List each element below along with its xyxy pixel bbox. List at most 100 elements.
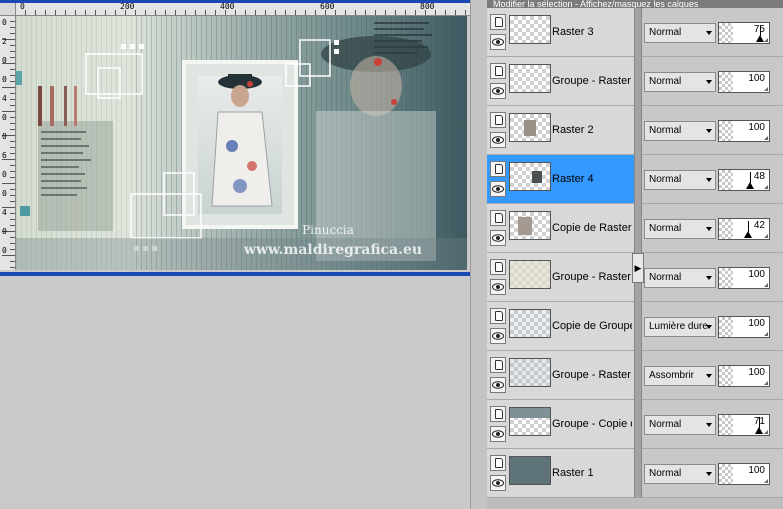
layer-info[interactable]: Groupe - Raster 3 [487,57,634,106]
ruler-tick [175,10,176,15]
layer-properties-icon[interactable] [490,357,506,373]
layer-name[interactable]: Raster 2 [552,106,632,154]
layer-info[interactable]: Groupe - Raster 2 [487,351,634,400]
blend-mode-dropdown[interactable]: Normal [644,415,716,435]
layer-info[interactable]: Copie de Groupe - R [487,302,634,351]
layer-properties-icon[interactable] [490,112,506,128]
layer-info[interactable]: Groupe - Raster 2 [487,253,634,302]
vertical-ruler[interactable]: 0 2 0 0 4 0 0 6 0 0 4 0 0 [0,15,16,270]
layer-name[interactable]: Groupe - Raster 2 [552,253,632,301]
layer-name[interactable]: Raster 1 [552,449,632,497]
opacity-slider[interactable]: 42 [718,218,770,240]
opacity-marker-icon [744,231,753,238]
opacity-slider[interactable]: 100 [718,463,770,485]
layer-thumbnail[interactable] [509,309,551,338]
ruler-tick [35,10,36,15]
layer-thumbnail[interactable] [509,162,551,191]
eye-icon[interactable] [490,83,506,99]
canvas-area[interactable]: 0 200 400 600 800 0200400600400 Pinuccia… [0,0,470,509]
opacity-slider[interactable]: 100 [718,267,770,289]
layer-info[interactable]: Raster 3 [487,8,634,57]
ruler-tick [285,10,286,15]
layer-properties-icon[interactable] [490,308,506,324]
layer-controls: Normal 100 [642,253,783,302]
opacity-swatch [719,219,733,239]
layer-properties-icon[interactable] [490,455,506,471]
opacity-slider[interactable]: 48 [718,169,770,191]
eye-icon[interactable] [490,377,506,393]
layer-properties-icon[interactable] [490,14,506,30]
eye-icon[interactable] [490,475,506,491]
layer-thumbnail[interactable] [509,456,551,485]
eye-icon[interactable] [490,328,506,344]
layer-name[interactable]: Copie de Raster 2 [552,204,632,252]
layer-thumbnail[interactable] [509,358,551,387]
ruler-tick [10,57,15,58]
eye-icon[interactable] [490,181,506,197]
blend-mode-dropdown[interactable]: Normal [644,121,716,141]
ruler-tick [375,10,376,15]
blend-mode-dropdown[interactable]: Normal [644,268,716,288]
opacity-slider[interactable]: 71 [718,414,770,436]
canvas-image[interactable]: Pinuccia www.maldiregrafica.eu [16,16,467,270]
resize-corner-icon [760,283,768,287]
blend-mode-dropdown[interactable]: Normal [644,464,716,484]
ruler-label: 0 [2,113,7,122]
layer-thumbnail[interactable] [509,64,551,93]
opacity-slider[interactable]: 100 [718,120,770,142]
resize-corner-icon [760,234,768,238]
layer-info[interactable]: Raster 2 [487,106,634,155]
panel-separator[interactable] [470,0,488,509]
eye-icon[interactable] [490,132,506,148]
canvas-artwork: Pinuccia www.maldiregrafica.eu [16,16,467,270]
layer-properties-icon[interactable] [490,259,506,275]
layer-properties-icon[interactable] [490,210,506,226]
ruler-tick [10,123,15,124]
opacity-swatch [719,268,733,288]
blend-mode-dropdown[interactable]: Normal [644,23,716,43]
layer-properties-icon[interactable] [490,161,506,177]
layer-thumbnail[interactable] [509,113,551,142]
ruler-tick [195,10,196,15]
canvas-bottom-border [0,272,470,276]
opacity-slider[interactable]: 100 [718,365,770,387]
blend-mode-dropdown[interactable]: Lumière dure [644,317,716,337]
layers-bottom-scrollbar[interactable] [487,498,783,509]
opacity-slider[interactable]: 100 [718,316,770,338]
layer-name[interactable]: Raster 3 [552,8,632,56]
layer-name[interactable]: Groupe - Copie de R [552,400,632,448]
layer-properties-icon[interactable] [490,63,506,79]
layer-info[interactable]: Raster 1 [487,449,634,498]
blend-mode-dropdown[interactable]: Normal [644,219,716,239]
layer-name[interactable]: Groupe - Raster 2 [552,351,632,399]
eye-icon[interactable] [490,34,506,50]
ruler-label: 0 [2,132,7,141]
blend-mode-dropdown[interactable]: Normal [644,170,716,190]
ruler-tick [305,10,306,15]
opacity-slider[interactable]: 75 [718,22,770,44]
ruler-tick [165,10,166,15]
layer-info[interactable]: Groupe - Copie de R [487,400,634,449]
layer-controls: Normal 100 [642,449,783,498]
layer-name[interactable]: Copie de Groupe - R [552,302,632,350]
blend-mode-dropdown[interactable]: Normal [644,72,716,92]
opacity-swatch [719,72,733,92]
layer-thumbnail[interactable] [509,407,551,436]
layer-thumbnail[interactable] [509,15,551,44]
ruler-tick [155,10,156,15]
eye-icon[interactable] [490,279,506,295]
eye-icon[interactable] [490,230,506,246]
eye-icon[interactable] [490,426,506,442]
layer-name[interactable]: Raster 4 [552,155,632,203]
blend-mode-value: Normal [649,272,682,283]
blend-mode-dropdown[interactable]: Assombrir [644,366,716,386]
opacity-swatch [719,415,733,435]
collapse-arrow-icon[interactable]: ▶ [632,253,644,283]
layer-info[interactable]: Copie de Raster 2 [487,204,634,253]
layer-properties-icon[interactable] [490,406,506,422]
layer-thumbnail[interactable] [509,211,551,240]
layer-info[interactable]: Raster 4 [487,155,634,204]
layer-name[interactable]: Groupe - Raster 3 [552,57,632,105]
layer-thumbnail[interactable] [509,260,551,289]
opacity-slider[interactable]: 100 [718,71,770,93]
